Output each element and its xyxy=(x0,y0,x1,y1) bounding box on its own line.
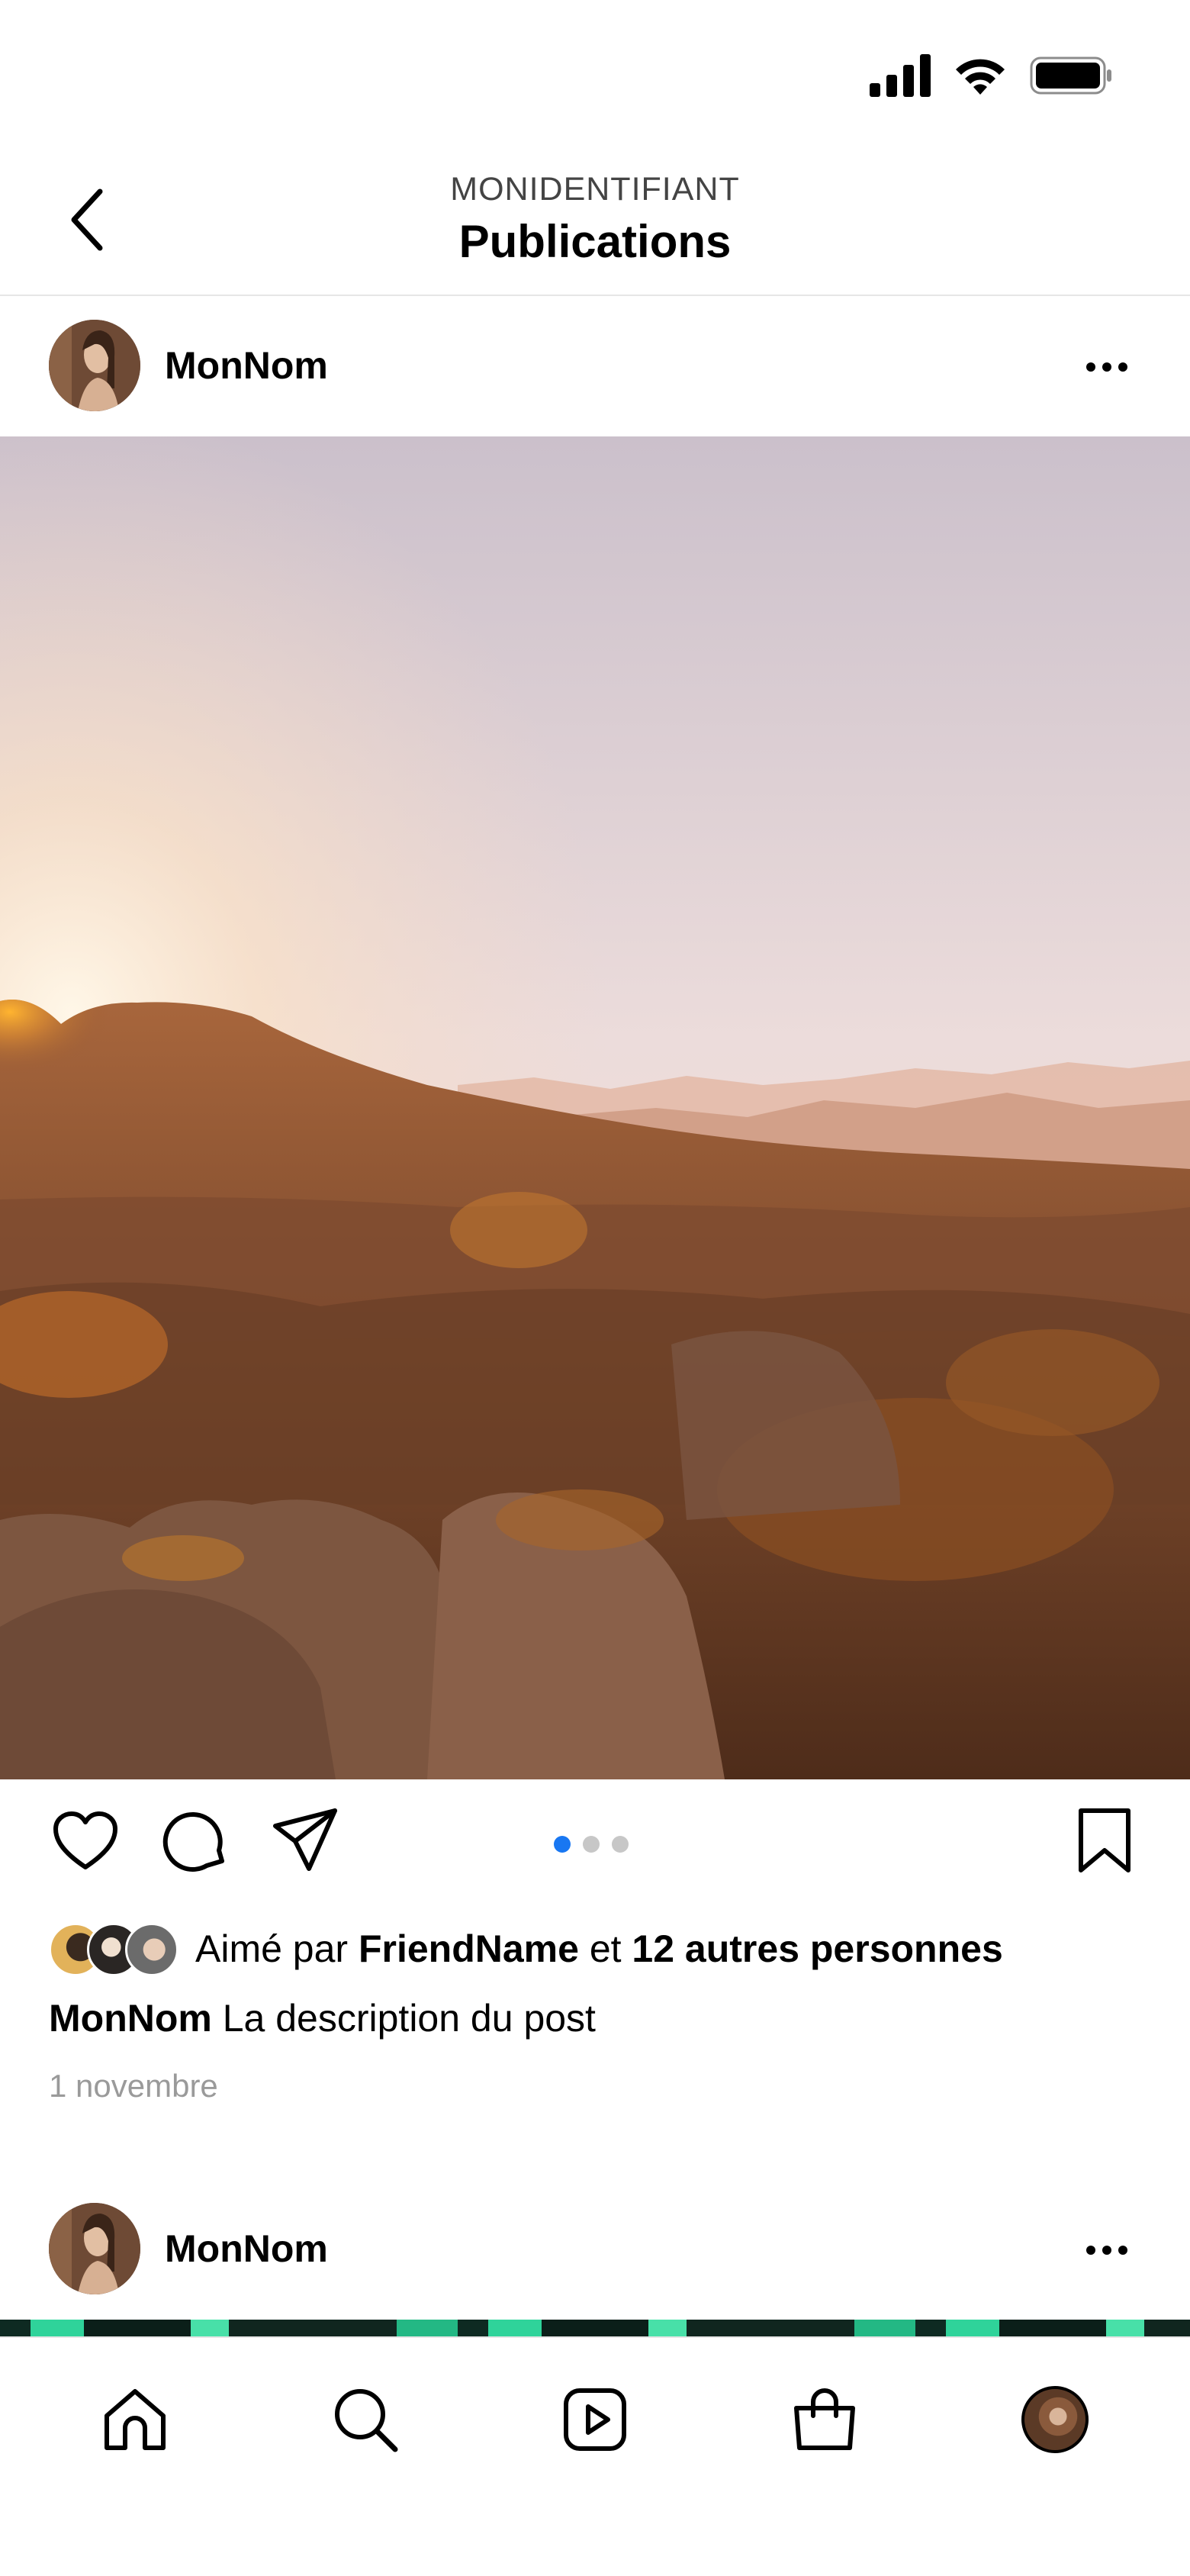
status-icons xyxy=(870,50,1114,104)
post-date: 1 novembre xyxy=(49,2068,218,2104)
account-identifier: MONIDENTIFIANT xyxy=(450,171,740,208)
caption-text: La description du post xyxy=(211,1997,596,2040)
reels-icon xyxy=(564,2388,626,2451)
header-titles: MONIDENTIFIANT Publications xyxy=(0,169,1190,270)
more-icon-dot xyxy=(1102,2246,1111,2255)
battery-icon xyxy=(1030,55,1114,100)
home-icon xyxy=(105,2389,166,2450)
more-icon xyxy=(1086,2246,1095,2255)
more-icon-dot xyxy=(1102,362,1111,372)
more-icon xyxy=(1086,362,1095,372)
post-header: MonNom xyxy=(0,2178,1190,2320)
bookmark-icon xyxy=(1079,1808,1130,1872)
app-screen: MONIDENTIFIANT Publications MonNom Aimé … xyxy=(0,0,1190,2576)
more-options-button[interactable] xyxy=(1073,340,1141,394)
likes-prefix: Aimé par xyxy=(195,1927,359,1970)
avatar[interactable] xyxy=(49,320,140,411)
tab-home[interactable] xyxy=(93,2378,177,2462)
liker-avatars xyxy=(49,1923,178,1976)
save-button[interactable] xyxy=(1068,1804,1141,1877)
likes-others[interactable]: 12 autres personnes xyxy=(632,1927,1002,1970)
search-icon xyxy=(335,2389,398,2452)
next-post-photo[interactable] xyxy=(0,2320,1190,2336)
shop-icon xyxy=(794,2388,855,2450)
more-icon-dot xyxy=(1118,2246,1127,2255)
wifi-icon xyxy=(954,55,1007,100)
share-button[interactable] xyxy=(269,1804,342,1877)
tab-profile[interactable] xyxy=(1013,2378,1097,2462)
share-icon xyxy=(273,1808,337,1871)
more-options-button[interactable] xyxy=(1073,2223,1141,2277)
profile-avatar xyxy=(1021,2386,1089,2453)
tab-bar xyxy=(0,2336,1190,2576)
post-photo[interactable] xyxy=(0,436,1190,1779)
tab-shop[interactable] xyxy=(783,2378,867,2462)
signal-icon xyxy=(870,53,931,101)
likes-summary[interactable]: Aimé par FriendName et 12 autres personn… xyxy=(49,1920,1003,1978)
avatar[interactable] xyxy=(49,2203,140,2294)
carousel-dot-active xyxy=(554,1836,571,1853)
heart-icon xyxy=(53,1811,117,1869)
like-button[interactable] xyxy=(49,1804,122,1877)
avatar xyxy=(125,1923,178,1976)
header: MONIDENTIFIANT Publications xyxy=(0,145,1190,296)
status-bar xyxy=(0,0,1190,145)
post-username[interactable]: MonNom xyxy=(165,2222,328,2275)
likes-text: Aimé par FriendName et 12 autres personn… xyxy=(195,1922,1003,1975)
post-actions xyxy=(0,1779,1190,1901)
likes-connector: et xyxy=(578,1927,632,1970)
tab-reels[interactable] xyxy=(553,2378,637,2462)
liker-name[interactable]: FriendName xyxy=(359,1927,579,1970)
page-title: Publications xyxy=(458,216,732,267)
comment-icon xyxy=(162,1811,224,1872)
carousel-dot xyxy=(612,1836,629,1853)
post-caption: MonNom La description du post xyxy=(49,1992,596,2045)
carousel-indicator xyxy=(554,1836,629,1853)
comment-button[interactable] xyxy=(159,1804,232,1877)
caption-username[interactable]: MonNom xyxy=(49,1997,212,2040)
carousel-dot xyxy=(583,1836,600,1853)
tab-search[interactable] xyxy=(323,2378,407,2462)
post-username[interactable]: MonNom xyxy=(165,339,328,392)
post-header: MonNom xyxy=(0,295,1190,436)
more-icon-dot xyxy=(1118,362,1127,372)
